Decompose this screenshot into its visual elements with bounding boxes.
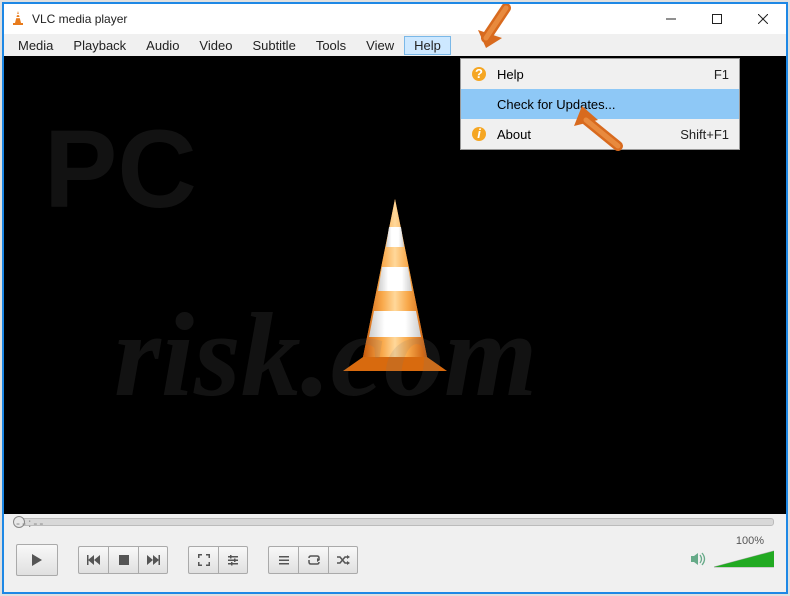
annotation-arrow-icon — [466, 4, 526, 52]
menu-help[interactable]: Help — [404, 36, 451, 55]
loop-button[interactable] — [298, 546, 328, 574]
window-controls — [648, 4, 786, 34]
info-icon: i — [471, 126, 487, 142]
volume-slider[interactable] — [714, 549, 774, 572]
volume-percent: 100% — [736, 535, 764, 547]
view-group — [188, 546, 248, 574]
speaker-icon[interactable] — [690, 551, 708, 570]
controls-toolbar: 100% — [4, 530, 786, 590]
menu-media[interactable]: Media — [8, 36, 63, 55]
play-button[interactable] — [16, 544, 58, 576]
menu-item-shortcut: F1 — [714, 67, 729, 82]
playlist-button[interactable] — [268, 546, 298, 574]
time-display: --:-- — [16, 516, 45, 530]
fullscreen-button[interactable] — [188, 546, 218, 574]
stop-button[interactable] — [108, 546, 138, 574]
seek-slider[interactable] — [16, 518, 774, 526]
volume-area: 100% — [690, 549, 774, 572]
playback-group — [78, 546, 168, 574]
next-button[interactable] — [138, 546, 168, 574]
menu-item-shortcut: Shift+F1 — [680, 127, 729, 142]
extended-settings-button[interactable] — [218, 546, 248, 574]
menu-item-help[interactable]: ? Help F1 — [461, 59, 739, 89]
seek-bar-area — [4, 514, 786, 530]
svg-text:?: ? — [475, 66, 483, 81]
help-icon: ? — [471, 66, 487, 82]
menu-view[interactable]: View — [356, 36, 404, 55]
previous-button[interactable] — [78, 546, 108, 574]
menu-audio[interactable]: Audio — [136, 36, 189, 55]
minimize-button[interactable] — [648, 4, 694, 34]
title-bar: VLC media player — [4, 4, 786, 34]
app-window: VLC media player MediaPlaybackAudioVideo… — [2, 2, 788, 594]
window-title: VLC media player — [32, 12, 648, 26]
menu-subtitle[interactable]: Subtitle — [242, 36, 305, 55]
close-button[interactable] — [740, 4, 786, 34]
maximize-button[interactable] — [694, 4, 740, 34]
menu-item-label: Help — [497, 67, 704, 82]
menu-tools[interactable]: Tools — [306, 36, 356, 55]
annotation-arrow-icon — [564, 102, 634, 158]
menu-video[interactable]: Video — [189, 36, 242, 55]
vlc-cone-icon — [10, 10, 26, 29]
shuffle-button[interactable] — [328, 546, 358, 574]
menu-bar: MediaPlaybackAudioVideoSubtitleToolsView… — [4, 34, 786, 56]
svg-text:i: i — [477, 126, 481, 141]
watermark-text: PC — [44, 106, 197, 233]
menu-playback[interactable]: Playback — [63, 36, 136, 55]
blank-icon — [471, 96, 487, 112]
vlc-cone-logo — [315, 189, 475, 382]
playlist-group — [268, 546, 358, 574]
